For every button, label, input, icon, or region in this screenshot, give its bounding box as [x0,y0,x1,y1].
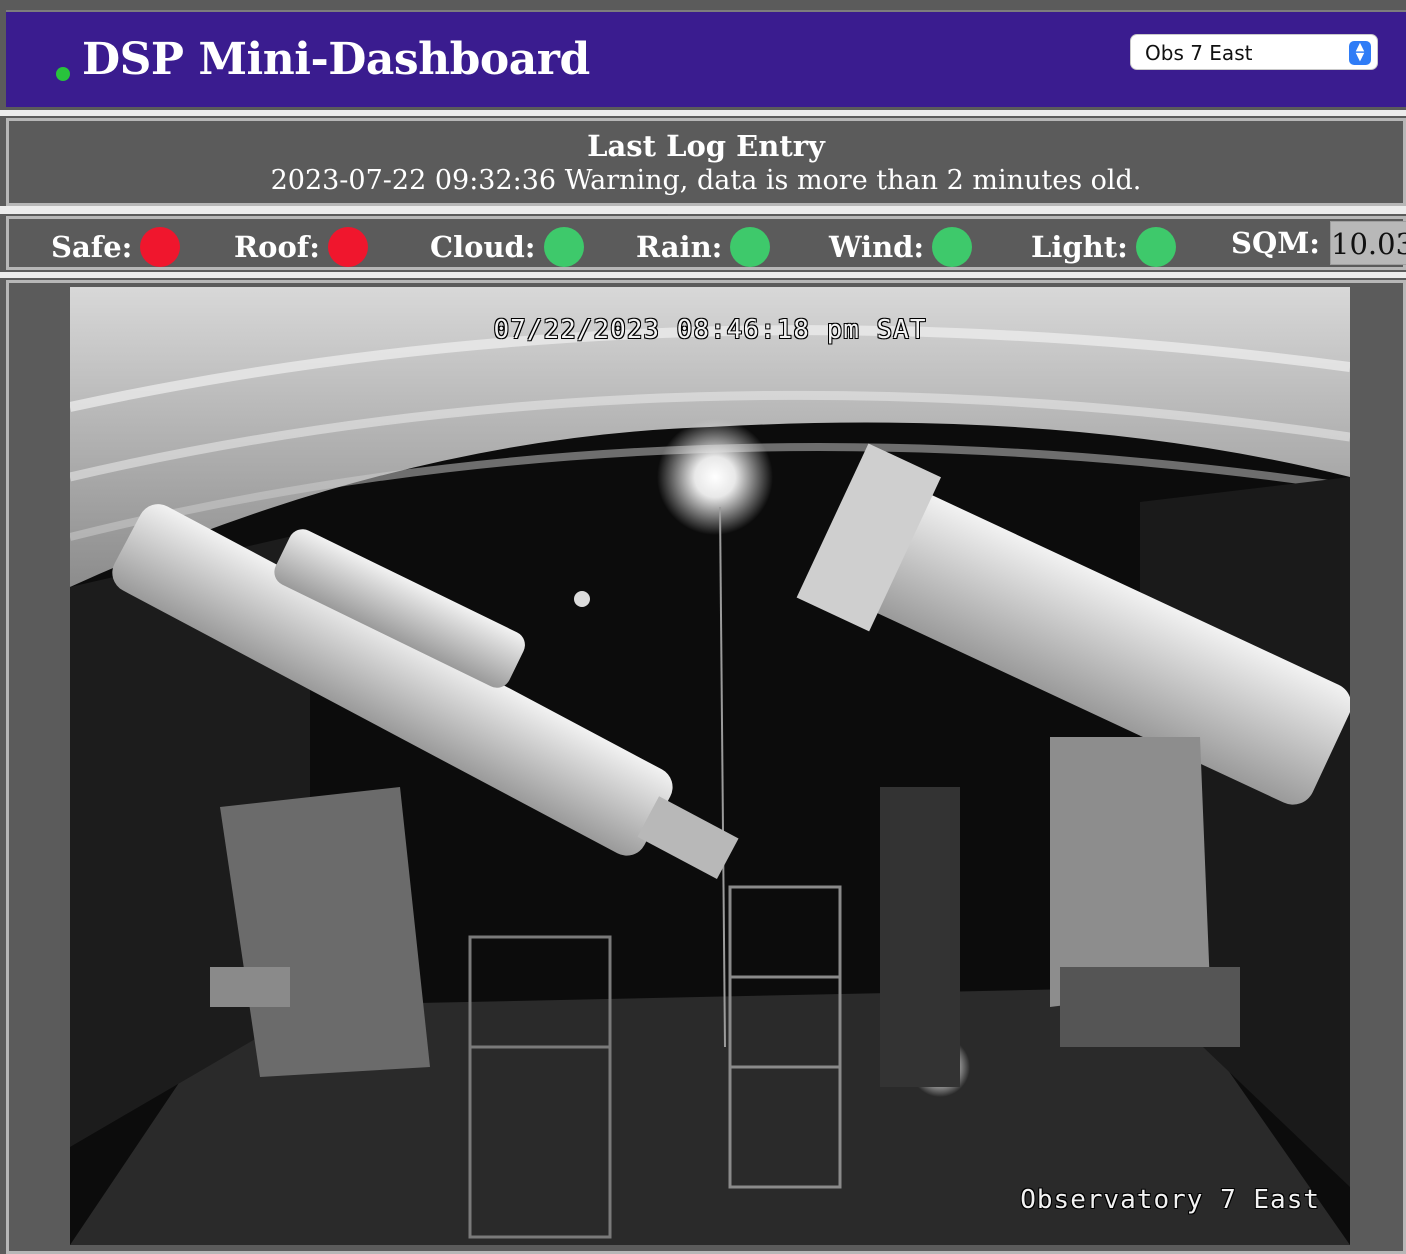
chevron-updown-icon: ▲ ▼ [1349,41,1371,65]
status-lamp-wind [932,227,973,267]
log-panel: Last Log Entry 2023-07-22 09:32:36 Warni… [6,118,1406,206]
header-bar: DSP Mini-Dashboard Obs 7 East ▲ ▼ [6,10,1406,107]
log-message: 2023-07-22 09:32:36 Warning, data is mor… [270,165,1142,196]
camera-label: Observatory 7 East [1020,1185,1320,1215]
sqm-label: SQM: [1231,226,1321,260]
camera-timestamp: 07/22/2023 08:46:18 pm SAT [493,315,927,345]
observatory-camera-image: 07/22/2023 08:46:18 pm SAT Observatory 7… [70,287,1350,1245]
status-bar: Safe: Roof: Cloud: Rain: Wind: Light: SQ… [6,216,1406,270]
connection-status-dot [56,67,70,81]
sqm-value: 10.03 [1330,221,1406,265]
status-label: Wind: [829,230,925,264]
status-roof: Roof: [234,227,368,267]
status-lamp-cloud [543,227,584,267]
status-label: Roof: [234,230,320,264]
status-label: Rain: [636,230,723,264]
status-lamp-roof [327,227,368,267]
divider [0,206,1406,214]
camera-scene [70,287,1350,1245]
status-rain: Rain: [636,227,771,267]
status-label: Safe: [51,230,133,264]
status-safe: Safe: [51,227,181,267]
observatory-select[interactable]: Obs 7 East ▲ ▼ [1130,34,1378,70]
divider [0,272,1406,278]
dashboard-page: DSP Mini-Dashboard Obs 7 East ▲ ▼ Last Lo… [0,0,1406,1254]
status-cloud: Cloud: [430,227,584,267]
status-wind: Wind: [829,227,973,267]
page-title: DSP Mini-Dashboard [82,34,590,85]
observatory-select-value: Obs 7 East [1145,41,1253,65]
status-lamp-safe [140,227,181,267]
log-title: Last Log Entry [587,129,825,163]
status-sqm: SQM: 10.03 [1231,221,1406,265]
status-lamp-rain [730,227,771,267]
status-light: Light: [1031,227,1176,267]
status-label: Light: [1031,230,1128,264]
divider [0,110,1406,116]
status-lamp-light [1135,227,1176,267]
status-label: Cloud: [430,230,536,264]
